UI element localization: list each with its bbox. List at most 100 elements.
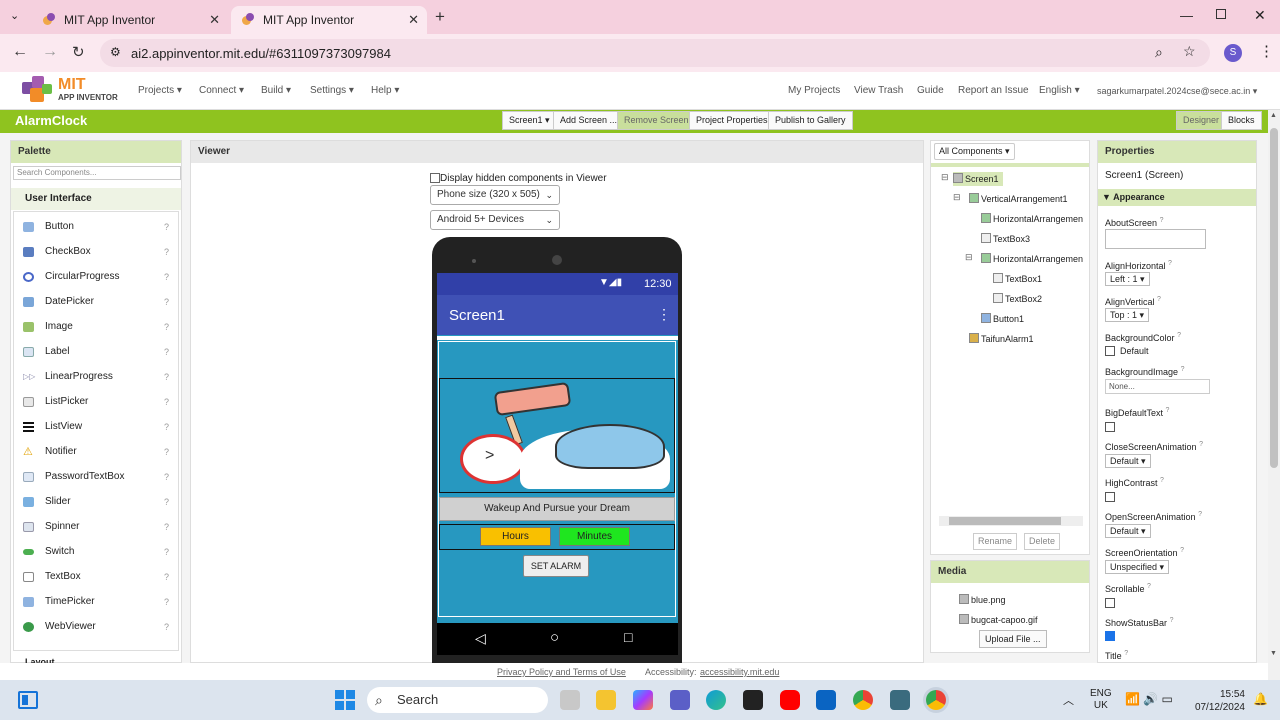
palette-item-label[interactable]: Label? — [21, 342, 179, 362]
horizontal-arrangement-image[interactable]: > — [439, 378, 675, 493]
help-icon[interactable]: ? — [164, 517, 169, 537]
tree-node-verticalarrangement1[interactable]: VerticalArrangement1 — [969, 192, 1068, 206]
help-icon[interactable]: ? — [164, 392, 169, 412]
accessibility-link[interactable]: accessibility.mit.edu — [700, 667, 779, 677]
hours-textbox[interactable]: Hours — [480, 527, 551, 546]
menu-language[interactable]: English ▾ — [1039, 85, 1080, 96]
background-image-picker[interactable]: None... — [1105, 379, 1210, 394]
remove-screen-button[interactable]: Remove Screen — [617, 111, 696, 130]
palette-item-textbox[interactable]: TextBox? — [21, 567, 179, 587]
palette-item-listpicker[interactable]: ListPicker? — [21, 392, 179, 412]
browser-tab-2[interactable]: MIT App Inventor ✕ — [231, 6, 427, 34]
tree-node-screen1[interactable]: Screen1 — [953, 172, 1003, 186]
close-tab-icon[interactable]: ✕ — [209, 12, 220, 28]
nav-back-icon[interactable]: ◁ — [475, 630, 486, 647]
maximize-icon[interactable] — [1216, 9, 1226, 19]
appearance-section-toggle[interactable]: ▼ Appearance — [1098, 189, 1256, 206]
tree-node-horizontalarrangement1[interactable]: HorizontalArrangemen — [981, 212, 1083, 226]
clock[interactable]: 15:54 07/12/2024 — [1190, 688, 1245, 714]
browser-tab-1[interactable]: MIT App Inventor ✕ — [32, 6, 228, 34]
upload-file-button[interactable]: Upload File ... — [979, 630, 1047, 648]
phone-size-select[interactable]: Phone size (320 x 505) ⌄ — [430, 185, 560, 205]
forward-icon[interactable]: → — [42, 43, 58, 61]
delete-button[interactable]: Delete — [1024, 533, 1061, 550]
nav-home-icon[interactable]: ○ — [550, 629, 559, 646]
close-animation-select[interactable]: Default ▾ — [1105, 454, 1151, 468]
device-select[interactable]: Android 5+ Devices ⌄ — [430, 210, 560, 230]
browser-menu-icon[interactable]: ⋮ — [1259, 42, 1274, 60]
blocks-button[interactable]: Blocks — [1221, 111, 1262, 130]
teams-icon[interactable] — [670, 690, 690, 710]
menu-build[interactable]: Build ▾ — [261, 85, 291, 96]
overflow-menu-icon[interactable]: ⋮ — [657, 306, 671, 323]
chrome-profile-icon[interactable] — [926, 690, 946, 710]
edge-icon[interactable] — [706, 690, 726, 710]
palette-item-webviewer[interactable]: WebViewer? — [21, 617, 179, 637]
palette-item-datepicker[interactable]: DatePicker? — [21, 292, 179, 312]
zoom-icon[interactable]: ⌕ — [1155, 44, 1163, 61]
minutes-textbox[interactable]: Minutes — [559, 527, 630, 546]
menu-projects[interactable]: Projects ▾ — [138, 85, 182, 96]
scrollable-checkbox[interactable] — [1105, 598, 1115, 608]
help-icon[interactable]: ? — [164, 342, 169, 362]
palette-item-passwordtextbox[interactable]: PasswordTextBox? — [21, 467, 179, 487]
tree-horizontal-scrollbar[interactable] — [939, 516, 1083, 526]
privacy-link[interactable]: Privacy Policy and Terms of Use — [497, 667, 626, 677]
palette-search-input[interactable]: Search Components... — [13, 166, 181, 180]
palette-item-linearprogress[interactable]: ▷▷ LinearProgress? — [21, 367, 179, 387]
project-properties-button[interactable]: Project Properties — [689, 111, 775, 130]
url-bar[interactable]: ⚙ ai2.appinventor.mit.edu/#6311097373097… — [100, 39, 1210, 67]
menu-settings[interactable]: Settings ▾ — [310, 85, 354, 96]
palette-category-user-interface[interactable]: User Interface — [11, 188, 181, 210]
align-vertical-select[interactable]: Top : 1 ▾ — [1105, 308, 1150, 322]
help-icon[interactable]: ? — [164, 542, 169, 562]
tree-node-textbox2[interactable]: TextBox2 — [993, 292, 1042, 306]
app-inventor-logo-icon[interactable] — [22, 76, 54, 106]
about-screen-textarea[interactable] — [1105, 229, 1206, 249]
link-report-issue[interactable]: Report an Issue — [958, 85, 1029, 96]
palette-item-spinner[interactable]: Spinner? — [21, 517, 179, 537]
notification-bell-icon[interactable]: 🔔 — [1253, 692, 1268, 706]
high-contrast-checkbox[interactable] — [1105, 492, 1115, 502]
file-explorer-icon[interactable] — [596, 690, 616, 710]
big-default-text-checkbox[interactable] — [1105, 422, 1115, 432]
wakeup-textbox[interactable]: Wakeup And Pursue your Dream — [439, 497, 675, 521]
minimize-icon[interactable]: — — [1180, 8, 1193, 23]
help-icon[interactable]: ? — [164, 592, 169, 612]
menu-help[interactable]: Help ▾ — [371, 85, 399, 96]
profile-avatar[interactable]: S — [1224, 44, 1242, 62]
collapse-toggle-icon[interactable]: ⊟ — [941, 172, 949, 183]
media-file-blue[interactable]: blue.png — [959, 593, 1006, 607]
help-icon[interactable]: ? — [164, 467, 169, 487]
show-hidden-icons-icon[interactable]: ︿ — [1063, 692, 1074, 708]
taskbar-search-box[interactable]: ⌕ Search — [367, 687, 548, 713]
help-icon[interactable]: ? — [164, 367, 169, 387]
components-filter-select[interactable]: All Components ▾ — [934, 143, 1015, 160]
close-tab-icon[interactable]: ✕ — [408, 12, 419, 28]
page-vertical-scrollbar[interactable]: ▲ ▼ — [1268, 110, 1280, 680]
help-icon[interactable]: ? — [164, 567, 169, 587]
palette-item-listview[interactable]: ListView? — [21, 417, 179, 437]
help-icon[interactable]: ? — [164, 617, 169, 637]
help-icon[interactable]: ? — [164, 492, 169, 512]
link-guide[interactable]: Guide — [917, 85, 944, 96]
open-animation-select[interactable]: Default ▾ — [1105, 524, 1151, 538]
site-info-icon[interactable]: ⚙ — [110, 45, 121, 59]
rename-button[interactable]: Rename — [973, 533, 1018, 550]
menu-connect[interactable]: Connect ▾ — [199, 85, 244, 96]
add-screen-button[interactable]: Add Screen ... — [553, 111, 625, 130]
screen-select-button[interactable]: Screen1 ▾ — [502, 111, 557, 130]
palette-item-slider[interactable]: Slider? — [21, 492, 179, 512]
tree-node-textbox3[interactable]: TextBox3 — [981, 232, 1030, 246]
reload-icon[interactable]: ↻ — [72, 43, 85, 61]
outlook-icon[interactable] — [816, 690, 836, 710]
nav-recents-icon[interactable]: □ — [624, 629, 632, 645]
app-icon[interactable] — [890, 690, 910, 710]
palette-item-circularprogress[interactable]: CircularProgress? — [21, 267, 179, 287]
help-icon[interactable]: ? — [164, 417, 169, 437]
media-file-capoo[interactable]: bugcat-capoo.gif — [959, 613, 1038, 627]
wifi-volume-battery-icon[interactable]: 📶 🔊 ▭ — [1125, 692, 1173, 706]
palette-item-timepicker[interactable]: TimePicker? — [21, 592, 179, 612]
copilot-icon[interactable] — [633, 690, 653, 710]
horizontal-arrangement-time[interactable] — [439, 524, 675, 550]
